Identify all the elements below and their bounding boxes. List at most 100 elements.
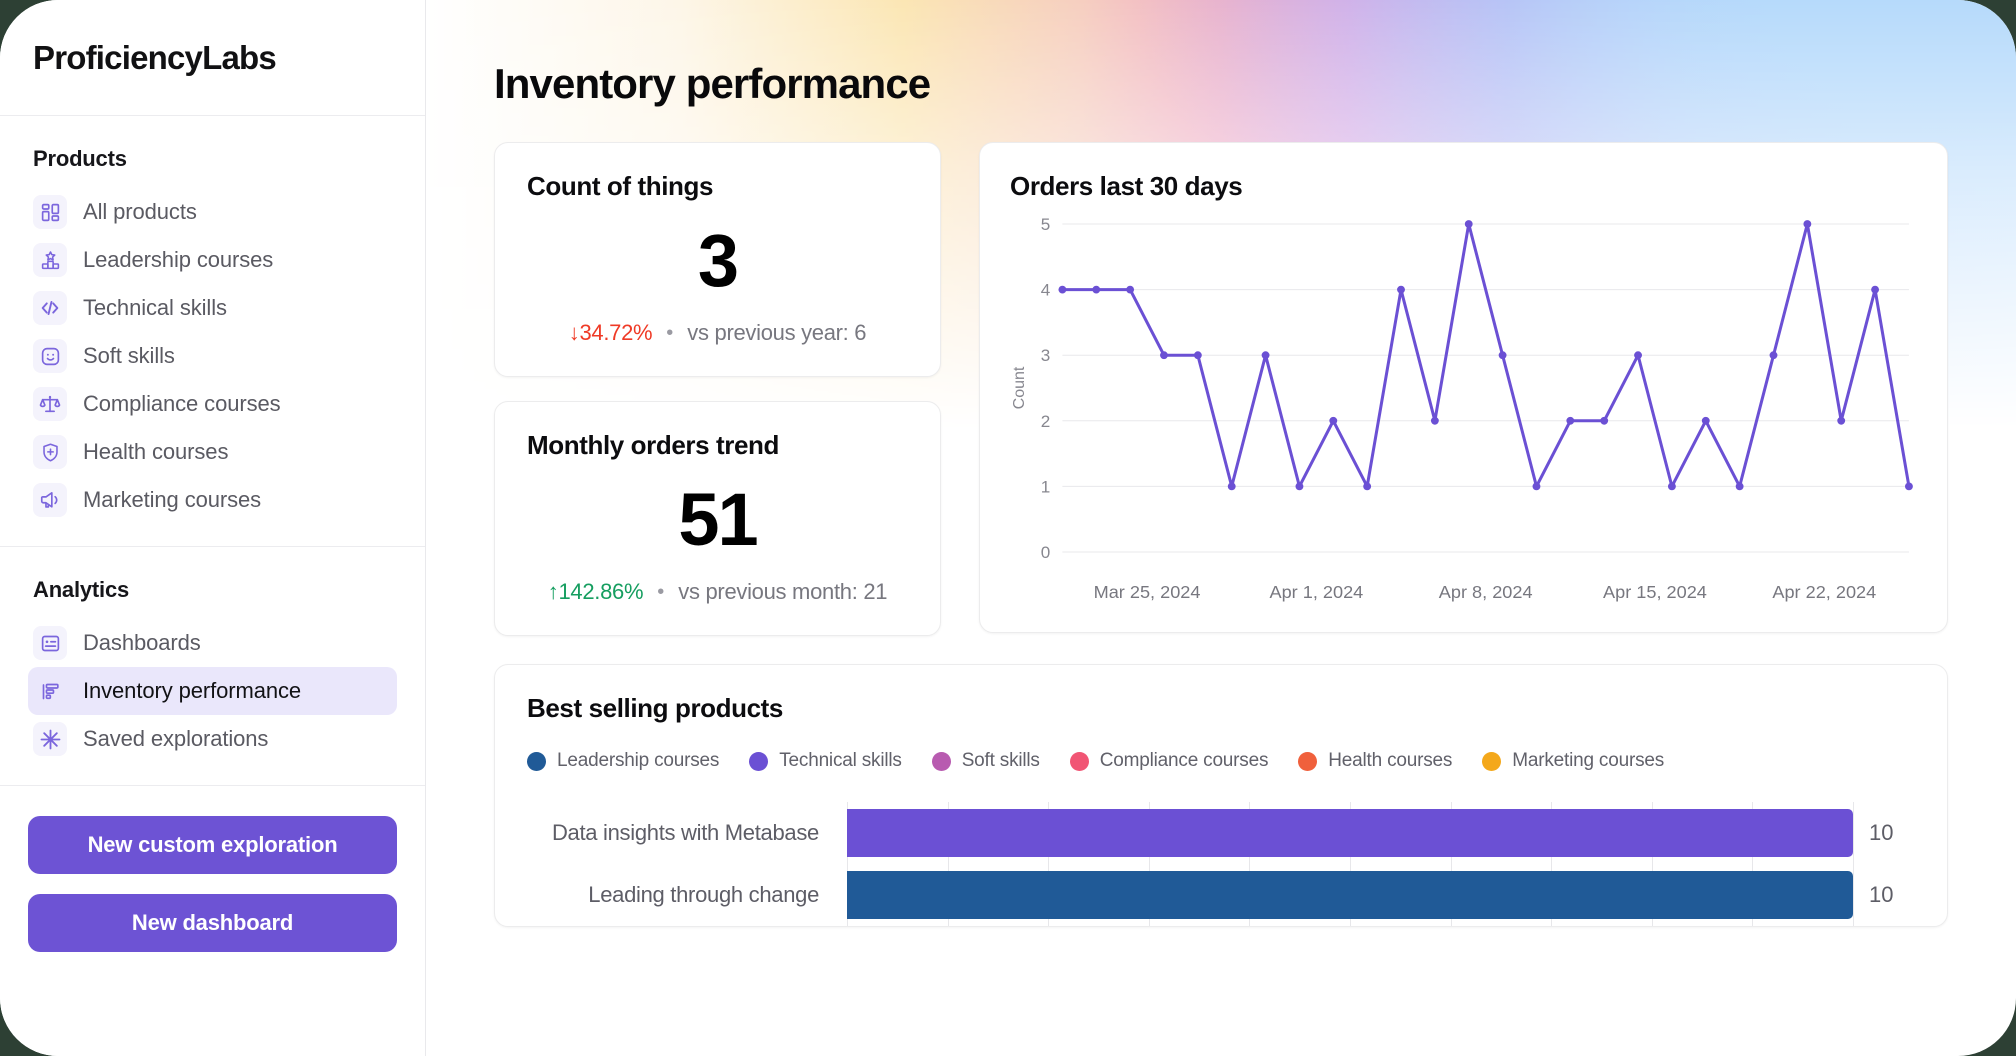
svg-text:Mar 25, 2024: Mar 25, 2024	[1094, 582, 1201, 602]
card-title: Monthly orders trend	[527, 430, 908, 461]
legend-label: Soft skills	[962, 750, 1040, 772]
legend-color-swatch	[527, 752, 546, 771]
bar-fill[interactable]	[847, 871, 1853, 919]
bar-fill[interactable]	[847, 809, 1853, 857]
sidebar-item-dashboards[interactable]: Dashboards	[28, 619, 397, 667]
bar-row[interactable]: Leading through change 10	[527, 864, 1915, 926]
sidebar-section-analytics: Analytics Dashboards	[0, 547, 425, 786]
svg-text:Apr 1, 2024: Apr 1, 2024	[1269, 582, 1363, 602]
legend-label: Marketing courses	[1512, 750, 1664, 772]
card-title: Best selling products	[527, 693, 1915, 724]
bar-track	[847, 802, 1853, 864]
legend-label: Health courses	[1328, 750, 1452, 772]
main-content: Inventory performance Count of things 3 …	[426, 0, 2016, 1056]
chart-legend: Leadership courses Technical skills Soft s…	[527, 750, 1915, 772]
svg-text:5: 5	[1041, 215, 1051, 234]
legend-item[interactable]: Health courses	[1298, 750, 1452, 772]
bar-chart-icon	[33, 674, 67, 708]
sidebar-item-label: Marketing courses	[83, 487, 261, 513]
sidebar-item-label: Leadership courses	[83, 247, 273, 273]
sidebar-item-label: Dashboards	[83, 630, 201, 656]
content-area: Inventory performance Count of things 3 …	[426, 0, 2016, 927]
sidebar-item-label: Inventory performance	[83, 678, 301, 704]
kpi-separator-dot: •	[657, 581, 664, 604]
kpi-value: 51	[527, 483, 908, 557]
svg-text:3: 3	[1041, 346, 1051, 365]
brand-header: ProficiencyLabs	[0, 0, 425, 116]
kpi-delta-badge: ↑142.86%	[548, 579, 643, 605]
bar-row[interactable]: Data insights with Metabase 10	[527, 802, 1915, 864]
kpi-footer: ↑142.86% • vs previous month: 21	[527, 579, 908, 605]
kpi-separator-dot: •	[666, 322, 673, 345]
top-grid: Count of things 3 ↓34.72% • vs previous …	[494, 142, 1948, 636]
sidebar-item-inventory-performance[interactable]: Inventory performance	[28, 667, 397, 715]
card-title: Count of things	[527, 171, 908, 202]
sidebar-item-compliance-courses[interactable]: Compliance courses	[28, 380, 397, 428]
svg-text:0: 0	[1041, 543, 1051, 562]
sidebar-item-label: Technical skills	[83, 295, 227, 321]
legend-label: Technical skills	[779, 750, 901, 772]
code-icon	[33, 291, 67, 325]
sidebar-item-leadership-courses[interactable]: Leadership courses	[28, 236, 397, 284]
kpi-comparison-text: vs previous year: 6	[687, 320, 866, 346]
podium-star-icon	[33, 243, 67, 277]
svg-text:1: 1	[1041, 477, 1051, 496]
card-best-selling-products: Best selling products Leadership courses…	[494, 664, 1948, 927]
sidebar: ProficiencyLabs Products All products	[0, 0, 426, 1056]
sidebar-item-all-products[interactable]: All products	[28, 188, 397, 236]
new-custom-exploration-button[interactable]: New custom exploration	[28, 816, 397, 874]
bar-category-label: Data insights with Metabase	[527, 820, 847, 846]
dashboard-card-icon	[33, 626, 67, 660]
sidebar-item-label: Health courses	[83, 439, 228, 465]
kpi-column: Count of things 3 ↓34.72% • vs previous …	[494, 142, 941, 636]
legend-item[interactable]: Compliance courses	[1070, 750, 1269, 772]
kpi-footer: ↓34.72% • vs previous year: 6	[527, 320, 908, 346]
sidebar-item-marketing-courses[interactable]: Marketing courses	[28, 476, 397, 524]
section-title-products: Products	[28, 146, 397, 172]
line-chart-svg: 012345CountMar 25, 2024Apr 1, 2024Apr 8,…	[1010, 210, 1917, 614]
shield-cross-icon	[33, 435, 67, 469]
bar-value-label: 10	[1853, 882, 1915, 908]
svg-text:Apr 8, 2024: Apr 8, 2024	[1439, 582, 1533, 602]
brand-name: ProficiencyLabs	[33, 39, 276, 77]
legend-color-swatch	[749, 752, 768, 771]
legend-item[interactable]: Soft skills	[932, 750, 1040, 772]
sidebar-section-products: Products All products	[0, 116, 425, 547]
svg-text:Count: Count	[1010, 366, 1028, 409]
bar-value-label: 10	[1853, 820, 1915, 846]
sidebar-item-technical-skills[interactable]: Technical skills	[28, 284, 397, 332]
kpi-comparison-text: vs previous month: 21	[678, 579, 887, 605]
kpi-card-count-of-things: Count of things 3 ↓34.72% • vs previous …	[494, 142, 941, 377]
legend-label: Compliance courses	[1100, 750, 1269, 772]
sidebar-item-soft-skills[interactable]: Soft skills	[28, 332, 397, 380]
app-window: ProficiencyLabs Products All products	[0, 0, 2016, 1056]
legend-item[interactable]: Marketing courses	[1482, 750, 1664, 772]
kpi-card-monthly-orders-trend: Monthly orders trend 51 ↑142.86% • vs pr…	[494, 401, 941, 636]
legend-item[interactable]: Technical skills	[749, 750, 901, 772]
legend-color-swatch	[932, 752, 951, 771]
sidebar-item-label: Soft skills	[83, 343, 175, 369]
smiley-icon	[33, 339, 67, 373]
legend-item[interactable]: Leadership courses	[527, 750, 719, 772]
kpi-delta-badge: ↓34.72%	[569, 320, 653, 346]
sidebar-actions: New custom exploration New dashboard	[0, 786, 425, 982]
bar-category-label: Leading through change	[527, 882, 847, 908]
sidebar-item-saved-explorations[interactable]: Saved explorations	[28, 715, 397, 763]
svg-text:Apr 15, 2024: Apr 15, 2024	[1603, 582, 1707, 602]
legend-color-swatch	[1298, 752, 1317, 771]
page-title: Inventory performance	[494, 0, 1948, 142]
sidebar-item-label: Saved explorations	[83, 726, 268, 752]
line-chart[interactable]: 012345CountMar 25, 2024Apr 1, 2024Apr 8,…	[1010, 210, 1917, 614]
kpi-value: 3	[527, 224, 908, 298]
sidebar-item-label: Compliance courses	[83, 391, 281, 417]
new-dashboard-button[interactable]: New dashboard	[28, 894, 397, 952]
sparkle-icon	[33, 722, 67, 756]
bar-chart: Data insights with Metabase10Leading thr…	[527, 802, 1915, 926]
card-title: Orders last 30 days	[1010, 171, 1917, 202]
sidebar-item-label: All products	[83, 199, 197, 225]
legend-color-swatch	[1070, 752, 1089, 771]
svg-text:Apr 22, 2024: Apr 22, 2024	[1772, 582, 1876, 602]
svg-text:4: 4	[1041, 281, 1051, 300]
sidebar-item-health-courses[interactable]: Health courses	[28, 428, 397, 476]
legend-label: Leadership courses	[557, 750, 719, 772]
